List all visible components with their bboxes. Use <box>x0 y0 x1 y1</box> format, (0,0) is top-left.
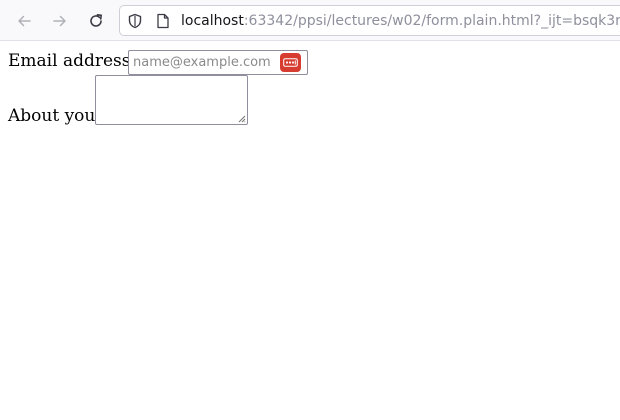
url-bar[interactable]: localhost:63342/ppsi/lectures/w02/form.p… <box>119 5 620 36</box>
arrow-right-icon <box>53 15 66 27</box>
back-button[interactable] <box>10 7 38 35</box>
email-placeholder: name@example.com <box>133 55 271 70</box>
about-textarea[interactable] <box>95 75 248 125</box>
url-host: localhost <box>181 13 244 29</box>
email-label: Email address <box>8 51 131 71</box>
page-icon[interactable] <box>154 12 172 30</box>
reload-icon <box>90 14 102 27</box>
email-field[interactable]: name@example.com <box>128 50 308 75</box>
url-path: :63342/ppsi/lectures/w02/form.plain.html… <box>243 13 620 29</box>
reload-button[interactable] <box>82 7 110 35</box>
browser-toolbar: localhost:63342/ppsi/lectures/w02/form.p… <box>0 0 620 41</box>
password-manager-icon[interactable] <box>280 53 301 72</box>
resize-grip-icon[interactable] <box>237 114 246 123</box>
about-label: About you <box>8 106 96 126</box>
arrow-left-icon <box>18 15 31 27</box>
forward-button[interactable] <box>46 7 74 35</box>
shield-icon[interactable] <box>126 12 144 30</box>
url-text[interactable]: localhost:63342/ppsi/lectures/w02/form.p… <box>181 12 620 30</box>
